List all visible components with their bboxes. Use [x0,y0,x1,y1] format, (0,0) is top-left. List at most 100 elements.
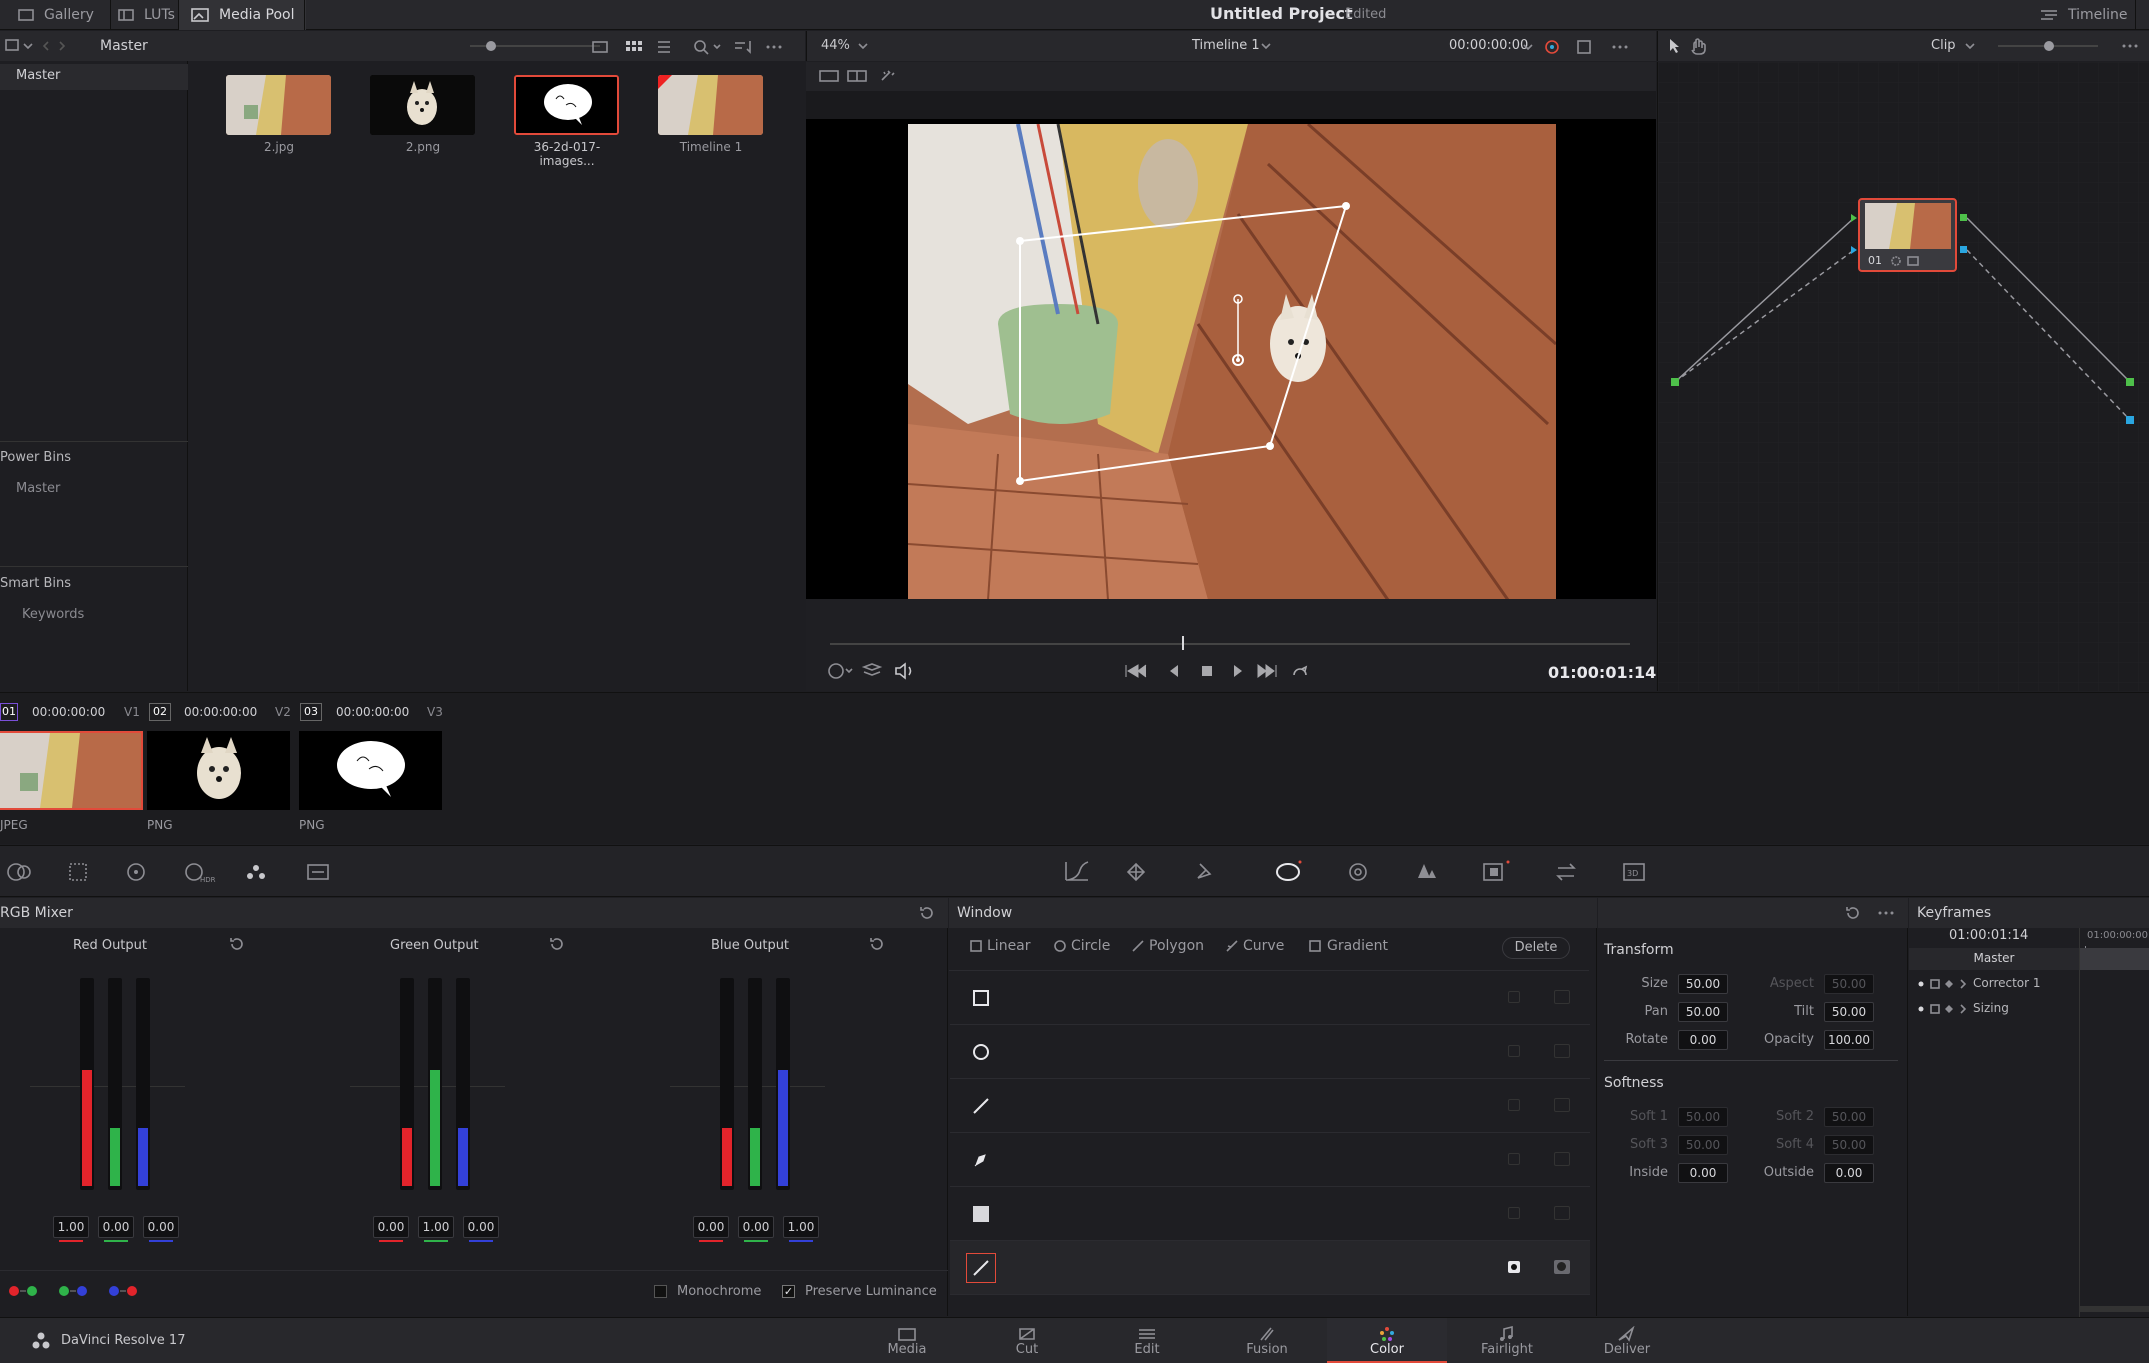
opacity-field[interactable]: 100.00 [1824,1030,1874,1050]
window-tool-polygon[interactable]: Polygon [1132,938,1204,954]
clip-thumbnail[interactable] [658,75,763,135]
sidebar-toggle-icon[interactable] [4,36,34,56]
chevron-down-icon[interactable] [1964,41,1976,51]
page-color[interactable]: Color [1327,1318,1447,1363]
tab-media-pool[interactable]: Media Pool [179,0,307,30]
viewer-canvas[interactable] [806,119,1656,600]
mixer-slider[interactable] [400,978,414,1190]
mixer-value-field[interactable]: 0.00 [373,1216,409,1238]
window-mask-toggle[interactable] [1554,1152,1570,1166]
aspect-field[interactable]: 50.00 [1824,974,1874,994]
curve-window-icon[interactable] [966,1253,996,1283]
view-options[interactable] [590,38,785,56]
zoom-level[interactable]: 44% [821,38,850,53]
reset-icon[interactable] [228,936,244,952]
mixer-value-field[interactable]: 1.00 [53,1216,89,1238]
window-row[interactable] [950,971,1590,1025]
mixer-value-field[interactable]: 1.00 [783,1216,819,1238]
window-invert-toggle[interactable] [1508,1099,1520,1111]
timeline-selector[interactable]: Timeline 1 [1192,38,1260,53]
page-fairlight[interactable]: Fairlight [1447,1318,1567,1363]
tab-gallery[interactable]: Gallery [18,0,94,30]
window-row[interactable] [950,1241,1590,1295]
clip-thumbnail[interactable] [226,75,331,135]
window-row[interactable] [950,1079,1590,1133]
clip-thumbnail-selected[interactable] [514,75,619,135]
soft1-field[interactable]: 50.00 [1678,1107,1728,1127]
channel-swap-buttons[interactable] [8,1283,148,1299]
mixer-value-field[interactable]: 0.00 [738,1216,774,1238]
window-mask-toggle[interactable] [1554,990,1570,1004]
soft4-field[interactable]: 50.00 [1824,1135,1874,1155]
tree-master[interactable]: Master [16,68,60,83]
thumb-size-slider[interactable] [470,41,600,51]
monochrome-checkbox[interactable] [654,1285,667,1298]
mixer-value-field[interactable]: 0.00 [463,1216,499,1238]
preserve-luminance-checkbox[interactable]: ✓ [782,1285,795,1298]
window-mask-toggle[interactable] [1554,1206,1570,1220]
node-input-ports[interactable] [1850,212,1860,256]
mixer-slider[interactable] [456,978,470,1190]
playhead[interactable] [1182,636,1184,650]
linear-window-icon[interactable] [966,983,996,1013]
soft2-field[interactable]: 50.00 [1824,1107,1874,1127]
keyframe-row[interactable]: Corrector 1 [1973,976,2041,990]
chevron-down-icon[interactable] [857,41,869,51]
window-invert-toggle[interactable] [1508,991,1520,1003]
clip-thumbnail[interactable] [370,75,475,135]
viewer-options-icons[interactable] [826,661,926,681]
window-invert-toggle[interactable] [1508,1045,1520,1057]
preserve-luminance-toggle[interactable]: ✓ Preserve Luminance [782,1284,937,1299]
node-01[interactable]: 01 [1858,198,1957,272]
window-tool-curve[interactable]: Curve [1226,938,1284,954]
window-invert-toggle[interactable] [1508,1207,1520,1219]
timeline-clip-03[interactable] [299,731,442,810]
mixer-value-field[interactable]: 0.00 [693,1216,729,1238]
node-output-ports[interactable] [1959,212,1969,256]
reset-icon[interactable] [548,936,564,952]
page-deliver[interactable]: Deliver [1567,1318,1687,1363]
window-row[interactable] [950,1133,1590,1187]
scrubber[interactable] [830,636,1630,650]
left-palette-icons[interactable]: HDR [4,860,344,884]
node-zoom-slider[interactable] [1998,41,2098,51]
window-tool-linear[interactable]: Linear [970,938,1031,954]
window-tool-gradient[interactable]: Gradient [1308,938,1388,954]
mixer-slider[interactable] [136,978,150,1190]
keyframe-row[interactable]: Sizing [1973,1001,2009,1015]
timeline-clip-02[interactable] [147,731,290,810]
window-mask-toggle[interactable] [1554,1260,1570,1274]
window-mask-toggle[interactable] [1554,1098,1570,1112]
soft3-field[interactable]: 50.00 [1678,1135,1728,1155]
mixer-slider[interactable] [720,978,734,1190]
monochrome-toggle[interactable]: Monochrome [654,1284,761,1299]
mixer-slider[interactable] [776,978,790,1190]
mixer-value-field[interactable]: 0.00 [143,1216,179,1238]
reset-icon[interactable] [918,905,934,921]
window-mask-toggle[interactable] [1554,1044,1570,1058]
node-graph[interactable]: 01 [1657,62,2149,691]
page-edit[interactable]: Edit [1087,1318,1207,1363]
power-bins-master[interactable]: Master [16,481,60,496]
mixer-value-field[interactable]: 0.00 [98,1216,134,1238]
tilt-field[interactable]: 50.00 [1824,1002,1874,1022]
window-row[interactable] [950,1187,1590,1241]
transform-header-icons[interactable] [1844,905,1904,921]
window-row[interactable] [950,1025,1590,1079]
nav-arrows-icon[interactable] [34,36,74,56]
delete-window-button[interactable]: Delete [1502,937,1570,959]
viewer-tools[interactable] [1522,38,1652,56]
transport-controls[interactable] [1122,661,1322,681]
window-invert-toggle[interactable] [1508,1153,1520,1165]
pointer-hand-tools[interactable] [1666,37,1716,55]
mixer-slider[interactable] [428,978,442,1190]
right-palette-icons[interactable]: 3D [1064,860,1664,884]
keyframe-row-icons[interactable] [1917,977,1977,991]
more-options-icon[interactable] [2120,39,2144,53]
polygon-window-icon[interactable] [966,1091,996,1121]
page-cut[interactable]: Cut [967,1318,1087,1363]
circle-window-icon[interactable] [966,1037,996,1067]
mixer-slider[interactable] [108,978,122,1190]
size-field[interactable]: 50.00 [1678,974,1728,994]
smart-bins-keywords[interactable]: Keywords [22,607,84,622]
